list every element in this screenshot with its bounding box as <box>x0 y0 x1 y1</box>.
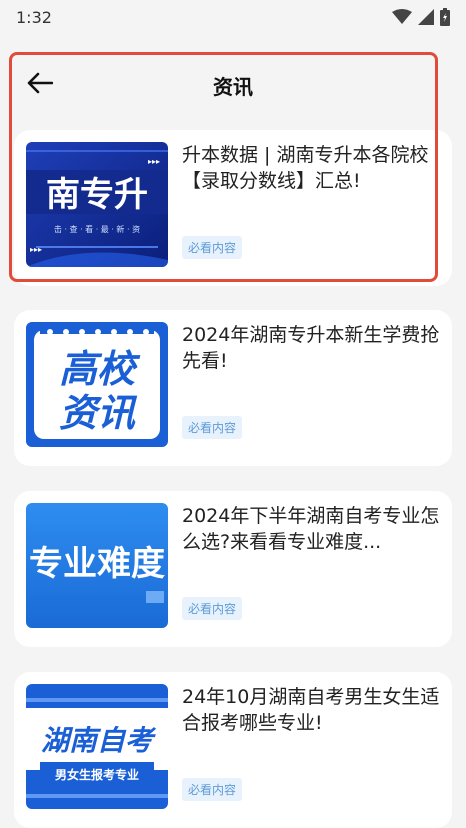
article-tag: 必看内容 <box>182 597 243 620</box>
article-card-2[interactable]: 高校 资讯 2024年湖南专升本新生学费抢先看! 必看内容 <box>14 310 452 466</box>
article-card-4[interactable]: 湖南自考 男女生报考专业 24年10月湖南自考男生女生适合报考哪些专业! 必看内… <box>14 672 452 828</box>
article-body: 2024年湖南专升本新生学费抢先看! 必看内容 <box>182 322 440 447</box>
article-thumbnail: 专业难度 <box>26 503 168 628</box>
thumb-line-2: 资讯 <box>59 391 138 435</box>
thumb-line-1: 高校 <box>59 347 141 391</box>
svg-text:▸▸▸: ▸▸▸ <box>148 157 160 166</box>
arrow-left-icon <box>27 72 54 98</box>
article-tag: 必看内容 <box>182 778 243 801</box>
thumb-text: 南专升 <box>46 175 148 215</box>
article-title: 2024年湖南专升本新生学费抢先看! <box>182 324 440 372</box>
article-title: 升本数据 | 湖南专升本各院校【录取分数线】汇总! <box>182 144 429 192</box>
status-time: 1:32 <box>16 7 52 27</box>
wifi-icon <box>392 9 412 25</box>
article-body: 升本数据 | 湖南专升本各院校【录取分数线】汇总! 必看内容 <box>182 142 440 267</box>
svg-text:▸▸▸: ▸▸▸ <box>30 245 42 254</box>
thumb-subtext: 男女生报考专业 <box>55 767 139 782</box>
article-tag: 必看内容 <box>182 236 243 259</box>
thumb-text: 湖南自考 <box>41 724 157 757</box>
article-thumbnail: 高校 资讯 <box>26 322 168 447</box>
back-button[interactable] <box>24 69 56 101</box>
app-header: 资讯 <box>0 52 466 118</box>
article-thumbnail: 湖南自考 男女生报考专业 <box>26 684 168 809</box>
article-title: 2024年下半年湖南自考专业怎么选?来看看专业难度... <box>182 505 440 553</box>
article-card-3[interactable]: 专业难度 2024年下半年湖南自考专业怎么选?来看看专业难度... 必看内容 <box>14 491 452 647</box>
thumb-text: 专业难度 <box>29 544 165 584</box>
battery-icon <box>440 8 450 26</box>
article-thumbnail: ▸▸▸ 南专升 击 · 查 · 看 · 最 · 新 · 资 ▸▸▸ <box>26 142 168 267</box>
article-tag: 必看内容 <box>182 416 243 439</box>
thumb-subtext: 击 · 查 · 看 · 最 · 新 · 资 <box>54 224 140 234</box>
status-bar: 1:32 <box>0 0 466 34</box>
status-icons <box>392 8 450 26</box>
page-title: 资讯 <box>213 74 253 99</box>
article-body: 2024年下半年湖南自考专业怎么选?来看看专业难度... 必看内容 <box>182 503 440 628</box>
article-body: 24年10月湖南自考男生女生适合报考哪些专业! 必看内容 <box>182 684 440 809</box>
article-card-1[interactable]: ▸▸▸ 南专升 击 · 查 · 看 · 最 · 新 · 资 ▸▸▸ 升本数据 |… <box>14 130 452 286</box>
article-title: 24年10月湖南自考男生女生适合报考哪些专业! <box>182 686 440 734</box>
signal-icon <box>418 9 434 25</box>
